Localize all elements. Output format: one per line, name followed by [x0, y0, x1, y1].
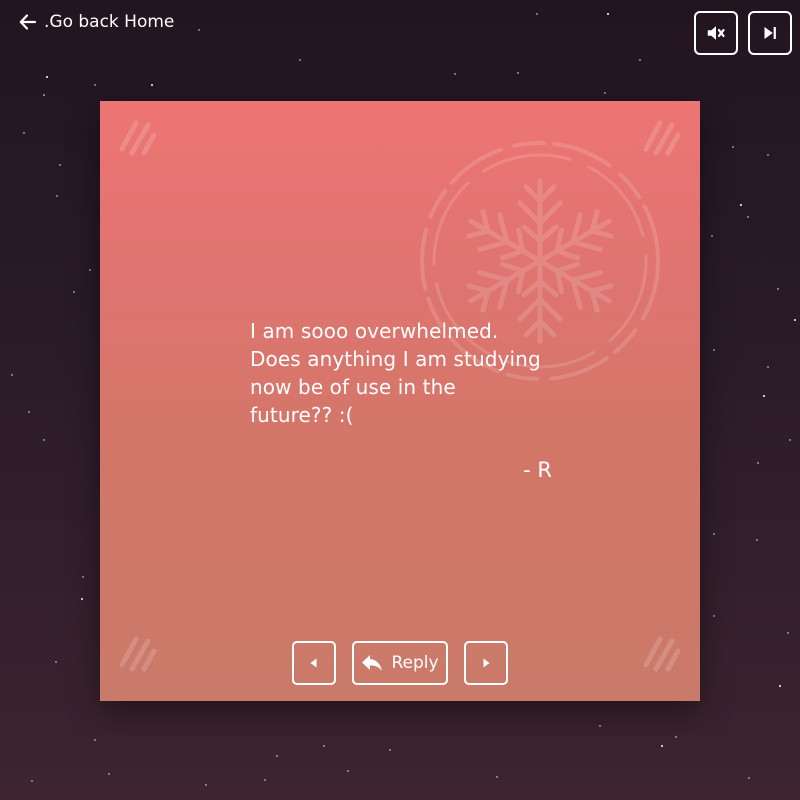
caret-left-icon: [310, 658, 317, 668]
skip-next-icon: [764, 27, 776, 39]
reply-arrow-icon: [362, 655, 383, 671]
corner-ornament-icon: [643, 636, 681, 672]
go-back-home-label: .Go back Home: [44, 12, 175, 32]
arrow-left-icon: [19, 14, 37, 30]
mute-button[interactable]: [694, 11, 738, 55]
message-card: I am sooo overwhelmed. Does anything I a…: [100, 101, 700, 701]
previous-message-button[interactable]: [292, 641, 336, 685]
skip-next-button[interactable]: [748, 11, 792, 55]
reply-label: Reply: [391, 653, 439, 673]
message-text: I am sooo overwhelmed. Does anything I a…: [250, 319, 541, 427]
caret-right-icon: [483, 658, 490, 668]
corner-ornament-icon: [643, 120, 681, 156]
go-back-home-link[interactable]: .Go back Home: [18, 12, 174, 32]
volume-mute-icon: [707, 26, 725, 40]
corner-ornament-icon: [119, 636, 157, 672]
message-signature: - R: [523, 458, 552, 482]
reply-button[interactable]: Reply: [352, 641, 448, 685]
next-message-button[interactable]: [464, 641, 508, 685]
corner-ornament-icon: [119, 120, 157, 156]
